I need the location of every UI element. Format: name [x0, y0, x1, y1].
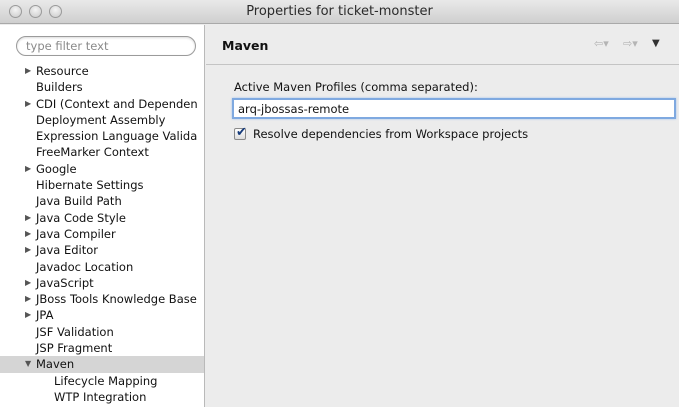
checkmark-icon: ✔ — [236, 125, 247, 140]
tree-item-label: Java Code Style — [36, 210, 126, 225]
page-title: Maven — [222, 38, 269, 53]
disclosure-collapsed-icon[interactable]: ▶ — [25, 161, 31, 177]
profiles-input[interactable]: arq-jbossas-remote — [232, 98, 676, 119]
tree-item[interactable]: ▶ Resource — [0, 63, 204, 79]
tree-item[interactable]: ▶ JavaScript — [0, 275, 204, 291]
window-title: Properties for ticket-monster — [246, 4, 433, 19]
resolve-workspace-row[interactable]: ✔ Resolve dependencies from Workspace pro… — [234, 125, 529, 141]
disclosure-expanded-icon[interactable]: ▼ — [25, 356, 31, 372]
tree-item[interactable]: ▶ Java Code Style — [0, 210, 204, 226]
tree-item-label: JPA — [36, 308, 54, 323]
properties-tree-pane: type filter text ▶ Resource Builders ▶ CDI (… — [0, 25, 205, 407]
filter-input[interactable]: type filter text — [16, 36, 196, 56]
disclosure-collapsed-icon[interactable]: ▶ — [25, 96, 31, 112]
tree-item-label: JSP Fragment — [36, 341, 113, 356]
tree-item-label: CDI (Context and Dependen — [36, 96, 198, 111]
tree-item-label: FreeMarker Context — [36, 145, 149, 160]
tree-item[interactable]: Lifecycle Mapping — [0, 373, 204, 389]
tree-item[interactable]: JSP Fragment — [0, 340, 204, 356]
tree-item[interactable]: Java Build Path — [0, 193, 204, 209]
disclosure-collapsed-icon[interactable]: ▶ — [25, 242, 31, 258]
tree-item-label: JBoss Tools Knowledge Base — [36, 292, 197, 307]
tree-item-label: JSF Validation — [36, 324, 114, 339]
tree-item-label: Resource — [36, 64, 89, 78]
tree-item-label: WTP Integration — [54, 389, 147, 404]
tree-item[interactable]: JSF Validation — [0, 324, 204, 340]
tree-item-label: Java Build Path — [36, 194, 122, 209]
back-arrow-icon[interactable]: ⇦▾ — [594, 37, 609, 50]
tree-item-label: Lifecycle Mapping — [54, 373, 158, 388]
profiles-label: Active Maven Profiles (comma separated): — [234, 80, 478, 94]
tree-item-label: Java Editor — [36, 243, 98, 258]
tree-item-label: Maven — [36, 357, 75, 372]
tree-item-label: Builders — [36, 80, 83, 95]
tree-item[interactable]: WTP Integration — [0, 389, 204, 405]
forward-arrow-icon[interactable]: ⇨▾ — [623, 37, 638, 50]
tree-item[interactable]: Builders — [0, 79, 204, 95]
tree-item[interactable]: ▶ Google — [0, 161, 204, 177]
tree-item[interactable]: ▶ JPA — [0, 307, 204, 323]
tree-item[interactable]: ▶ Java Editor — [0, 242, 204, 258]
tree-item-label: Hibernate Settings — [36, 178, 144, 193]
disclosure-collapsed-icon[interactable]: ▶ — [25, 63, 31, 79]
tree-item[interactable]: ▶ CDI (Context and Dependen — [0, 96, 204, 112]
tree-item-label: Expression Language Valida — [36, 129, 198, 144]
tree-item[interactable]: ▶ JBoss Tools Knowledge Base — [0, 291, 204, 307]
property-page-tree: ▶ Resource Builders ▶ CDI (Context and Depen… — [0, 63, 204, 405]
title-bar: Properties for ticket-monster — [0, 0, 679, 24]
resolve-workspace-checkbox[interactable]: ✔ — [234, 125, 247, 140]
view-menu-icon[interactable]: ▼ — [652, 38, 660, 49]
disclosure-collapsed-icon[interactable]: ▶ — [25, 307, 31, 323]
tree-item[interactable]: Hibernate Settings — [0, 177, 204, 193]
tree-item[interactable]: ▶ Java Compiler — [0, 226, 204, 242]
tree-item[interactable]: ▼ Maven — [0, 356, 204, 373]
tree-item-label: Java Compiler — [36, 226, 116, 241]
disclosure-collapsed-icon[interactable]: ▶ — [25, 275, 31, 291]
property-page-pane: Maven ⇦▾ ⇨▾ ▼ Active Maven Profiles (com… — [206, 25, 679, 407]
tree-item-label: JavaScript — [36, 275, 94, 290]
resolve-workspace-label: Resolve dependencies from Workspace proj… — [253, 127, 529, 141]
tree-item-label: Google — [36, 161, 77, 176]
tree-item-label: Javadoc Location — [36, 259, 134, 274]
tree-item[interactable]: FreeMarker Context — [0, 144, 204, 160]
tree-item[interactable]: Deployment Assembly — [0, 112, 204, 128]
disclosure-collapsed-icon[interactable]: ▶ — [25, 291, 31, 307]
disclosure-collapsed-icon[interactable]: ▶ — [25, 210, 31, 226]
disclosure-collapsed-icon[interactable]: ▶ — [25, 226, 31, 242]
tree-item-label: Deployment Assembly — [36, 112, 166, 127]
tree-item[interactable]: Javadoc Location — [0, 259, 204, 275]
tree-item[interactable]: Expression Language Valida — [0, 128, 204, 144]
page-header: Maven ⇦▾ ⇨▾ ▼ — [206, 25, 679, 65]
